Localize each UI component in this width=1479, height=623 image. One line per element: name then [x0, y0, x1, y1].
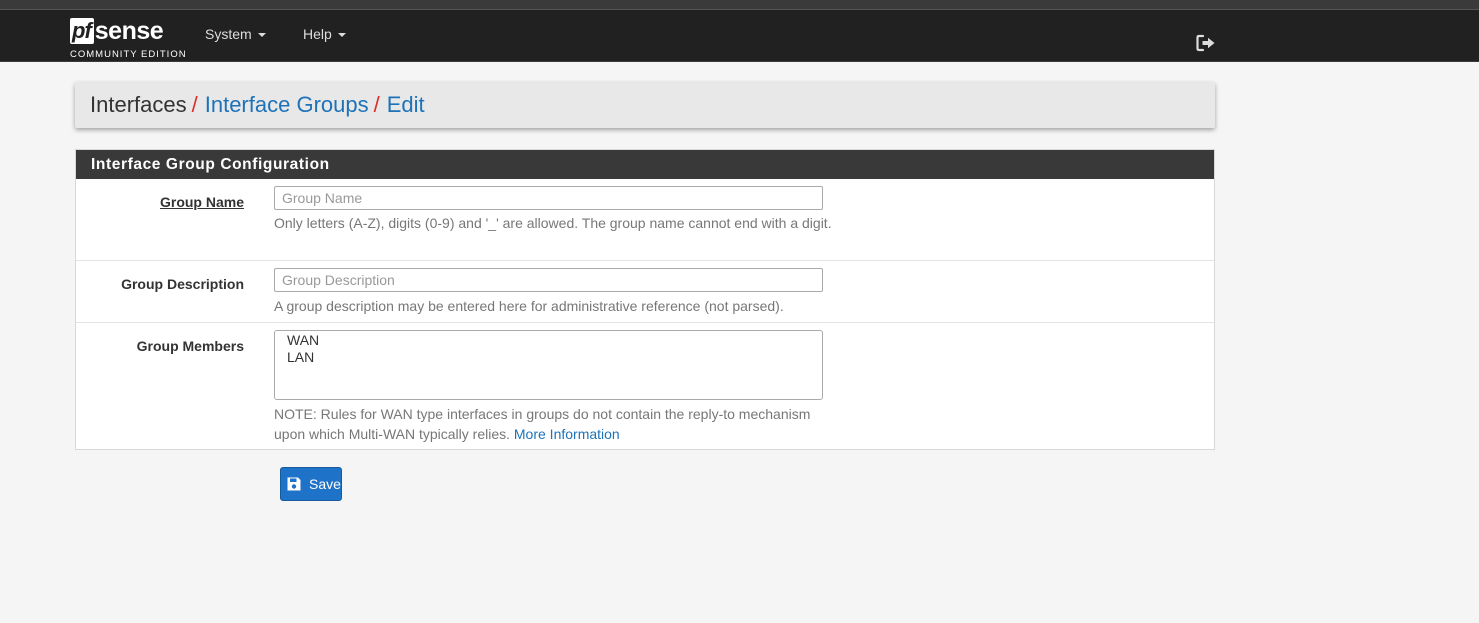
- logo-pf: pf: [70, 18, 94, 44]
- group-name-label: Group Name: [159, 194, 244, 210]
- group-description-help: A group description may be entered here …: [274, 298, 784, 314]
- breadcrumb-edit-link[interactable]: Edit: [387, 92, 425, 118]
- group-name-input[interactable]: [274, 186, 823, 210]
- breadcrumb: Interfaces / Interface Groups / Edit: [75, 82, 1215, 128]
- breadcrumb-interface-groups-link[interactable]: Interface Groups: [205, 92, 369, 118]
- nav-system-menu[interactable]: System: [205, 10, 266, 62]
- panel-title: Interface Group Configuration: [76, 150, 1214, 179]
- logo-wordmark: pf sense: [70, 16, 164, 46]
- group-members-help: NOTE: Rules for WAN type interfaces in g…: [274, 404, 834, 444]
- sign-out-icon[interactable]: [1196, 34, 1216, 52]
- logo-sense: sense: [94, 17, 164, 45]
- group-member-option-lan[interactable]: LAN: [287, 349, 810, 366]
- floppy-disk-icon: [287, 477, 301, 491]
- group-name-row: Group Name Only letters (A-Z), digits (0…: [76, 179, 1214, 260]
- caret-down-icon: [257, 33, 266, 38]
- navbar: pf sense COMMUNITY EDITION System Help: [0, 10, 1479, 62]
- caret-down-icon: [337, 33, 346, 38]
- nav-help-menu[interactable]: Help: [303, 10, 346, 62]
- pfsense-logo[interactable]: pf sense COMMUNITY EDITION: [70, 16, 186, 60]
- breadcrumb-separator: /: [373, 92, 380, 117]
- breadcrumb-separator: /: [191, 92, 198, 117]
- group-members-row: Group Members WAN LAN NOTE: Rules for WA…: [76, 322, 1214, 450]
- group-description-label: Group Description: [121, 276, 244, 292]
- group-name-help: Only letters (A-Z), digits (0-9) and '_'…: [274, 215, 832, 231]
- group-members-label: Group Members: [136, 338, 244, 354]
- breadcrumb-interfaces: Interfaces: [90, 92, 187, 117]
- group-description-row: Group Description A group description ma…: [76, 260, 1214, 322]
- logo-edition: COMMUNITY EDITION: [70, 49, 187, 60]
- nav-system-label: System: [205, 26, 252, 42]
- interface-group-panel: Interface Group Configuration Group Name…: [75, 149, 1215, 450]
- group-member-option-wan[interactable]: WAN: [287, 332, 810, 349]
- more-information-link[interactable]: More Information: [514, 426, 620, 442]
- group-members-select[interactable]: WAN LAN: [274, 330, 823, 400]
- save-button[interactable]: Save: [280, 467, 342, 501]
- nav-help-label: Help: [303, 26, 332, 42]
- group-description-input[interactable]: [274, 268, 823, 292]
- top-strip: [0, 0, 1479, 10]
- save-button-label: Save: [309, 476, 341, 492]
